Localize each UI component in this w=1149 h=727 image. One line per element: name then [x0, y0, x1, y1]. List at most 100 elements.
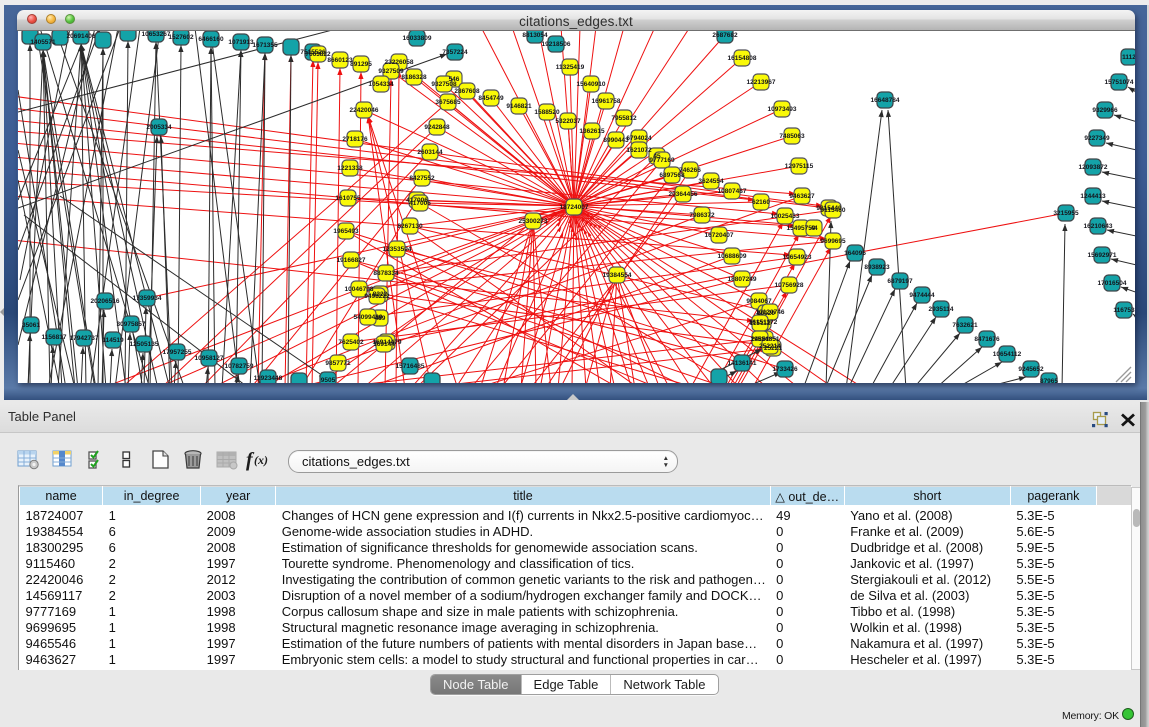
svg-text:10958127: 10958127: [195, 355, 224, 362]
svg-text:6879197: 6879197: [887, 278, 913, 285]
svg-text:1671355: 1671355: [252, 42, 278, 49]
svg-text:9699695: 9699695: [820, 238, 846, 245]
svg-text:7485063: 7485063: [779, 133, 805, 140]
svg-text:10688609: 10688609: [718, 253, 747, 260]
svg-text:3624554: 3624554: [698, 178, 724, 185]
svg-text:17359934: 17359934: [133, 295, 162, 302]
svg-text:9227349: 9227349: [1084, 135, 1110, 142]
svg-text:12213967: 12213967: [747, 79, 776, 86]
svg-text:9474444: 9474444: [909, 292, 935, 299]
svg-text:1405571: 1405571: [30, 39, 56, 46]
svg-text:20691406: 20691406: [67, 33, 96, 40]
svg-text:7357224: 7357224: [442, 49, 468, 56]
svg-text:20206516: 20206516: [91, 298, 120, 305]
svg-text:1733426: 1733426: [772, 366, 798, 373]
svg-text:12093872: 12093872: [1079, 164, 1108, 171]
svg-text:1621072: 1621072: [626, 147, 652, 154]
svg-text:6466160: 6466160: [198, 36, 224, 43]
svg-text:7625402: 7625402: [338, 339, 364, 346]
svg-text:8878334: 8878334: [373, 270, 399, 277]
svg-text:23226058: 23226058: [385, 59, 414, 66]
svg-text:7632621: 7632621: [952, 322, 978, 329]
svg-text:10782759: 10782759: [225, 363, 254, 370]
svg-text:169144: 169144: [373, 341, 395, 348]
svg-text:25300273: 25300273: [519, 218, 548, 225]
svg-text:16154808: 16154808: [728, 55, 757, 62]
svg-text:8813054: 8813054: [522, 32, 548, 39]
svg-text:17942737: 17942737: [70, 335, 99, 342]
svg-text:19218506: 19218506: [542, 41, 571, 48]
svg-text:8186328: 8186328: [401, 74, 427, 81]
svg-text:8471676: 8471676: [974, 336, 1000, 343]
svg-text:1244413: 1244413: [1080, 193, 1106, 200]
svg-text:9327509: 9327509: [378, 68, 404, 75]
svg-text:44: 44: [810, 225, 818, 232]
svg-text:9463627: 9463627: [789, 193, 815, 200]
svg-text:9146821: 9146821: [506, 103, 532, 110]
svg-text:891295: 891295: [350, 61, 372, 68]
svg-text:9084067: 9084067: [746, 298, 772, 305]
svg-text:35061: 35061: [22, 322, 40, 329]
svg-text:14136141: 14136141: [728, 360, 757, 367]
svg-text:6794024: 6794024: [626, 135, 652, 142]
svg-text:9245652: 9245652: [1018, 366, 1044, 373]
svg-text:164095: 164095: [844, 250, 866, 257]
svg-text:54099489: 54099489: [354, 314, 383, 321]
svg-text:10120746: 10120746: [756, 309, 785, 316]
svg-text:18724007: 18724007: [560, 204, 589, 211]
svg-text:1610755: 1610755: [335, 195, 361, 202]
svg-text:12353594: 12353594: [383, 246, 412, 253]
svg-text:3675685: 3675685: [435, 99, 461, 106]
svg-text:10653267: 10653267: [142, 31, 171, 38]
svg-text:9777169: 9777169: [649, 157, 675, 164]
svg-text:19166827: 19166827: [337, 257, 366, 264]
svg-text:7955812: 7955812: [611, 115, 637, 122]
svg-text:10756928: 10756928: [775, 282, 804, 289]
svg-text:1054334: 1054334: [368, 81, 394, 88]
svg-text:2687682: 2687682: [712, 32, 738, 39]
svg-text:8990443: 8990443: [603, 137, 629, 144]
svg-text:15716485: 15716485: [396, 363, 425, 370]
svg-text:2935114: 2935114: [929, 306, 954, 313]
svg-text:1156817: 1156817: [42, 334, 67, 341]
svg-text:2603144: 2603144: [417, 149, 443, 156]
svg-text:19654923: 19654923: [783, 254, 812, 261]
svg-text:12505135: 12505135: [130, 341, 159, 348]
svg-text:3215955: 3215955: [1053, 210, 1079, 217]
svg-text:114519: 114519: [102, 337, 124, 344]
svg-text:12975115: 12975115: [785, 163, 814, 170]
svg-text:62160: 62160: [752, 199, 770, 206]
svg-text:15692971: 15692971: [1088, 252, 1117, 259]
svg-text:1221338: 1221338: [337, 165, 363, 172]
svg-text:17957255: 17957255: [163, 349, 192, 356]
svg-text:11325419: 11325419: [556, 64, 585, 71]
svg-text:87965: 87965: [1040, 378, 1058, 383]
svg-text:9242848: 9242848: [424, 124, 450, 131]
svg-text:1362615: 1362615: [579, 128, 605, 135]
svg-text:20364456: 20364456: [669, 191, 698, 198]
svg-text:116753: 116753: [1113, 307, 1135, 314]
svg-text:5322037: 5322037: [555, 118, 581, 125]
svg-text:(x): (x): [254, 453, 268, 467]
svg-text:9329966: 9329966: [1092, 107, 1118, 114]
svg-text:10654112: 10654112: [993, 351, 1022, 358]
svg-text:16210643: 16210643: [1084, 223, 1113, 230]
svg-text:8267130: 8267130: [397, 223, 423, 230]
svg-text:2718176: 2718176: [342, 136, 368, 143]
svg-text:22420046: 22420046: [350, 107, 379, 114]
svg-text:8938923: 8938923: [864, 264, 890, 271]
svg-text:1965493: 1965493: [333, 228, 359, 235]
svg-text:16720407: 16720407: [705, 232, 734, 239]
svg-text:10807487: 10807487: [718, 188, 747, 195]
svg-text:417006: 417006: [409, 200, 431, 207]
svg-text:18807249: 18807249: [728, 276, 757, 283]
svg-text:10046798: 10046798: [345, 286, 374, 293]
svg-text:1527602: 1527602: [168, 34, 194, 41]
svg-text:9505: 9505: [321, 377, 336, 383]
svg-text:16648784: 16648784: [871, 97, 900, 104]
svg-text:2005334: 2005334: [146, 124, 172, 131]
svg-text:10025433: 10025433: [771, 213, 800, 220]
svg-text:8427552: 8427552: [409, 175, 435, 182]
svg-text:11923448: 11923448: [254, 375, 283, 382]
svg-text:252214: 252214: [759, 343, 781, 350]
